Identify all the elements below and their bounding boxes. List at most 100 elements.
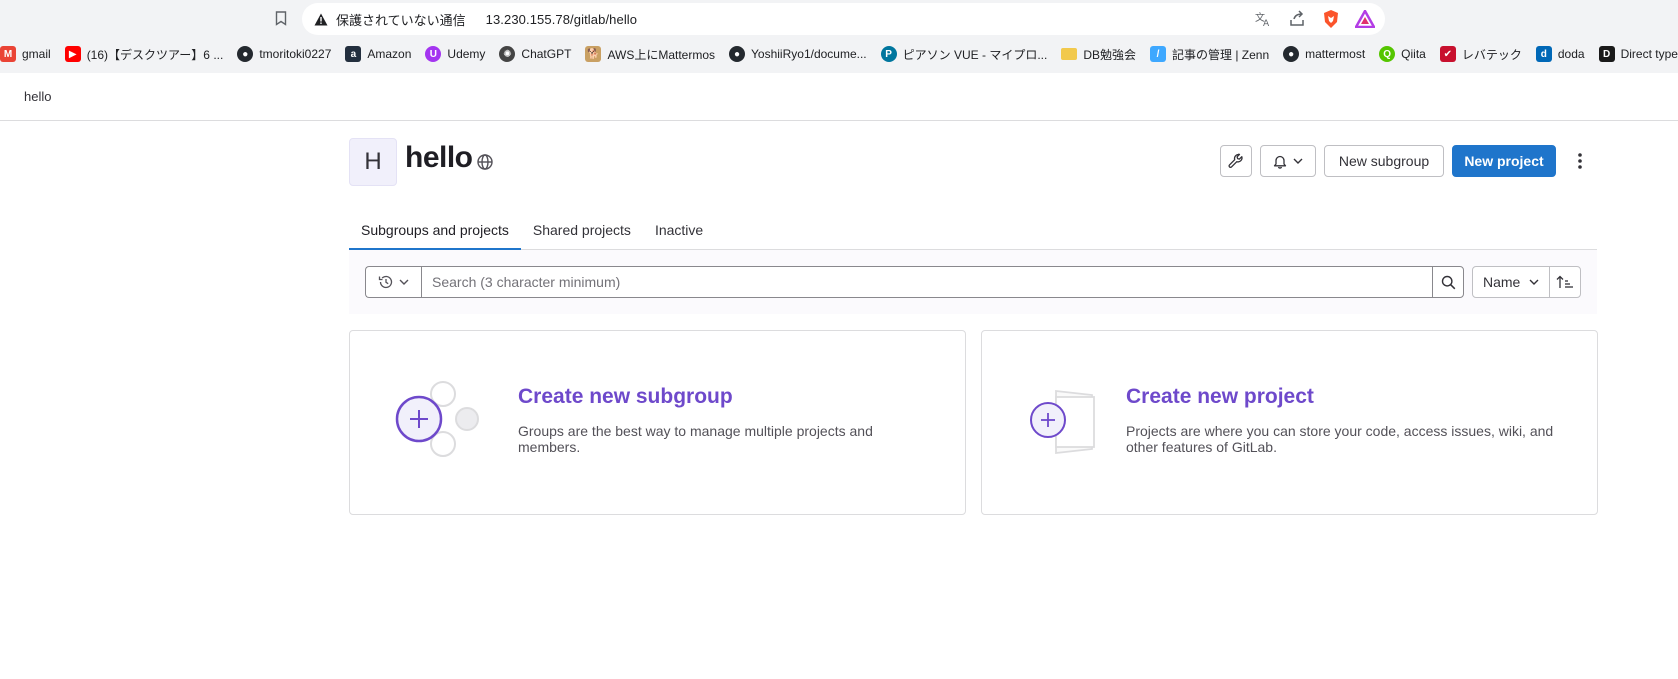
bookmark-label: AWS上にMattermos	[607, 47, 716, 62]
subgroup-illustration-icon	[395, 381, 479, 457]
create-project-title[interactable]: Create new project	[1126, 385, 1314, 409]
bookmark-label: (16)【デスクツアー】6 ...	[86, 47, 224, 62]
bell-icon	[1273, 155, 1287, 169]
url-text[interactable]: 13.230.155.78/gitlab/hello	[486, 12, 638, 27]
chevron-down-icon	[1293, 158, 1303, 164]
create-subgroup-card[interactable]: Create new subgroup Groups are the best …	[349, 330, 966, 515]
notifications-dropdown[interactable]	[1260, 145, 1316, 177]
bookmark-label: tmoritoki0227	[259, 47, 332, 61]
pearson-icon: P	[880, 46, 897, 62]
bookmark-item[interactable]: d doda	[1535, 46, 1585, 62]
bookmark-item[interactable]: Mgmail	[0, 46, 51, 62]
globe-icon	[477, 154, 493, 170]
sort-ascending-icon	[1556, 275, 1573, 288]
warning-icon[interactable]	[314, 12, 328, 26]
bookmark-item[interactable]: ✔ レバテック	[1439, 46, 1522, 63]
tab-inactive[interactable]: Inactive	[643, 210, 715, 250]
create-project-card[interactable]: Create new project Projects are where yo…	[981, 330, 1598, 515]
github-icon: ●	[1283, 46, 1300, 62]
gmail-icon: M	[0, 46, 16, 62]
page-title: hello	[405, 141, 473, 174]
bookmark-label: Udemy	[447, 47, 486, 61]
group-avatar: H	[349, 138, 397, 186]
qiita-dog-icon: 🐕	[585, 46, 602, 62]
project-illustration-icon	[1030, 389, 1095, 455]
bookmark-item[interactable]: DB勉強会	[1061, 46, 1136, 63]
bookmark-label: DB勉強会	[1083, 47, 1136, 62]
sort-label: Name	[1483, 274, 1521, 290]
svg-text:A: A	[1263, 19, 1270, 28]
bookmark-label: Direct type	[1620, 47, 1678, 61]
recent-searches-button[interactable]	[365, 266, 421, 298]
folder-icon	[1061, 48, 1078, 60]
bookmark-item[interactable]: ● YoshiiRyo1/docume...	[729, 46, 867, 62]
bookmark-label: ピアソン VUE - マイプロ...	[902, 47, 1048, 62]
bookmark-item[interactable]: a Amazon	[345, 46, 411, 62]
create-subgroup-description: Groups are the best way to manage multip…	[518, 423, 873, 455]
tab-shared-projects[interactable]: Shared projects	[521, 210, 643, 250]
create-project-description: Projects are where you can store your co…	[1126, 423, 1554, 455]
bookmark-label: mattermost	[1305, 47, 1366, 61]
github-icon: ●	[729, 46, 746, 62]
filter-bar: Name	[349, 250, 1597, 314]
history-icon	[378, 275, 393, 289]
bookmark-page-icon[interactable]	[272, 8, 290, 28]
bookmark-item[interactable]: U Udemy	[425, 46, 485, 62]
bookmark-item[interactable]: ▶ (16)【デスクツアー】6 ...	[64, 46, 224, 63]
bookmark-item[interactable]: ✺ ChatGPT	[499, 46, 571, 62]
new-subgroup-button[interactable]: New subgroup	[1324, 145, 1444, 177]
bookmark-item[interactable]: P ピアソン VUE - マイプロ...	[880, 46, 1048, 63]
qiita-icon: Q	[1379, 46, 1396, 62]
create-subgroup-title[interactable]: Create new subgroup	[518, 385, 733, 409]
security-status[interactable]: 保護されていない通信	[336, 10, 466, 29]
direct-type-icon: D	[1598, 46, 1615, 62]
bookmark-item[interactable]: ● mattermost	[1283, 46, 1365, 62]
group-actions: New subgroup New project	[1220, 145, 1596, 177]
bookmark-label: レバテック	[1461, 47, 1522, 62]
settings-button[interactable]	[1220, 145, 1252, 177]
bookmark-item[interactable]: / 記事の管理 | Zenn	[1150, 46, 1269, 63]
levtech-icon: ✔	[1439, 46, 1456, 62]
chatgpt-icon: ✺	[499, 46, 516, 62]
zenn-icon: /	[1150, 46, 1166, 62]
bookmark-label: gmail	[22, 47, 51, 61]
brave-shield-icon[interactable]	[1321, 9, 1341, 29]
search-input[interactable]	[421, 266, 1433, 298]
bookmark-label: YoshiiRyo1/docume...	[751, 47, 867, 61]
sort-dropdown[interactable]: Name	[1472, 266, 1550, 298]
youtube-icon: ▶	[64, 46, 81, 62]
chevron-down-icon	[399, 279, 409, 285]
bookmark-label: Qiita	[1401, 47, 1426, 61]
browser-chrome: 保護されていない通信 13.230.155.78/gitlab/hello 文A…	[0, 0, 1678, 73]
github-icon: ●	[237, 46, 254, 62]
bookmark-item[interactable]: D Direct type	[1598, 46, 1678, 62]
bookmarks-bar: Mgmail ▶ (16)【デスクツアー】6 ... ● tmoritoki0227 a A…	[0, 42, 1678, 66]
udemy-icon: U	[425, 46, 442, 62]
sort-direction-button[interactable]	[1549, 266, 1581, 298]
search-icon	[1441, 275, 1455, 289]
bookmark-item[interactable]: 🐕 AWS上にMattermos	[585, 46, 715, 63]
search-button[interactable]	[1432, 266, 1464, 298]
vertical-ellipsis-icon	[1578, 153, 1582, 169]
wrench-icon	[1228, 153, 1243, 168]
translate-icon[interactable]: 文A	[1253, 9, 1273, 29]
bookmark-label: ChatGPT	[521, 47, 572, 61]
amazon-icon: a	[345, 46, 362, 62]
breadcrumb[interactable]: hello	[24, 89, 51, 104]
brave-rewards-icon[interactable]	[1355, 9, 1375, 29]
tab-subgroups-and-projects[interactable]: Subgroups and projects	[349, 210, 521, 250]
doda-icon: d	[1535, 46, 1552, 62]
top-bar: hello	[0, 73, 1678, 121]
new-project-button[interactable]: New project	[1452, 145, 1556, 177]
address-bar[interactable]: 保護されていない通信 13.230.155.78/gitlab/hello 文A	[302, 3, 1385, 35]
bookmark-label: 記事の管理 | Zenn	[1172, 47, 1270, 62]
bookmark-item[interactable]: ● tmoritoki0227	[237, 46, 331, 62]
more-actions-button[interactable]	[1564, 145, 1596, 177]
address-actions: 文A	[1253, 3, 1375, 35]
bookmark-label: doda	[1557, 47, 1585, 61]
bookmark-item[interactable]: Q Qiita	[1379, 46, 1426, 62]
chevron-down-icon	[1529, 279, 1539, 285]
group-tabs: Subgroups and projects Shared projects I…	[349, 210, 1597, 250]
bookmark-label: Amazon	[367, 47, 412, 61]
share-icon[interactable]	[1287, 9, 1307, 29]
